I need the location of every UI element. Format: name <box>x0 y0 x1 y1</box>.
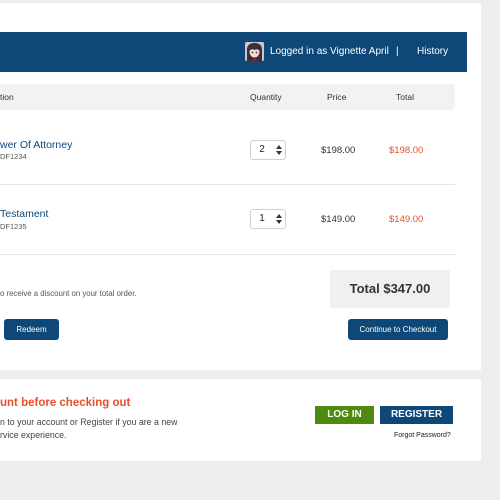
column-description: tion <box>0 92 14 102</box>
header-separator: | <box>396 46 399 57</box>
account-heading: unt before checking out <box>0 397 131 409</box>
cart-item-total: $149.00 <box>389 214 424 225</box>
account-description-line: rvice experience. <box>0 430 67 440</box>
cart-item-sku: DF1234 <box>0 152 27 161</box>
discount-text: o receive a discount on your total order… <box>0 289 137 298</box>
column-price: Price <box>327 92 347 102</box>
row-divider <box>0 254 455 255</box>
stepper-arrows-icon[interactable] <box>275 144 283 156</box>
cart-item-price: $149.00 <box>321 214 356 225</box>
header-bar: Logged in as Vignette April | History <box>0 32 467 72</box>
checkout-button[interactable]: Continue to Checkout <box>348 319 448 340</box>
logged-in-text: Logged in as Vignette April <box>270 46 389 57</box>
grand-total: Total $347.00 <box>330 270 450 308</box>
user-avatar[interactable] <box>245 42 264 61</box>
quantity-stepper[interactable]: 2 <box>250 140 286 160</box>
redeem-button[interactable]: Redeem <box>4 319 59 340</box>
row-divider <box>0 184 455 185</box>
cart-item-name[interactable]: Testament <box>0 208 48 220</box>
register-button[interactable]: REGISTER <box>380 406 453 424</box>
account-description-line: n to your account or Register if you are… <box>0 417 178 427</box>
cart-item-price: $198.00 <box>321 145 356 156</box>
quantity-stepper[interactable]: 1 <box>250 209 286 229</box>
cart-item-name[interactable]: wer Of Attorney <box>0 139 72 151</box>
column-total: Total <box>396 92 414 102</box>
cart-table-header: tion Quantity Price Total <box>0 84 455 110</box>
login-button[interactable]: LOG IN <box>315 406 374 424</box>
quantity-value: 1 <box>259 213 265 224</box>
cart-item-total: $198.00 <box>389 145 424 156</box>
forgot-password-link[interactable]: Forgot Password? <box>394 432 451 439</box>
stepper-arrows-icon[interactable] <box>275 213 283 225</box>
column-quantity: Quantity <box>250 92 282 102</box>
history-link[interactable]: History <box>417 32 448 72</box>
cart-item-sku: DF1235 <box>0 222 27 231</box>
quantity-value: 2 <box>259 144 265 155</box>
